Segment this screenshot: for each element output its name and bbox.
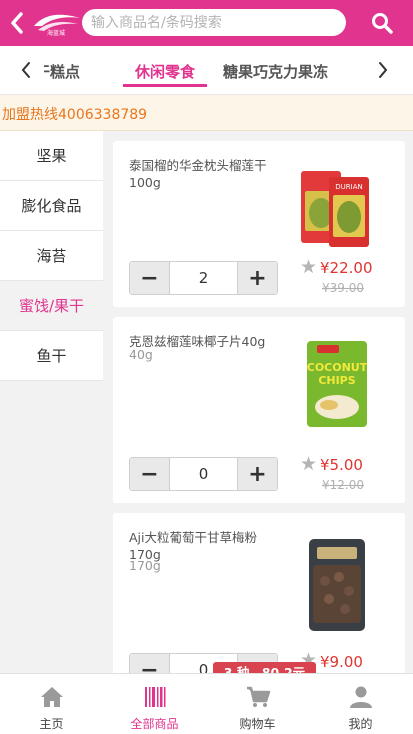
nav-label: 我的	[348, 717, 373, 731]
tab-snacks[interactable]: 休闲零食	[135, 61, 195, 82]
active-tab-indicator	[123, 84, 207, 87]
nav-label: 主页	[39, 717, 64, 731]
quantity-stepper: − 0 +	[129, 457, 278, 491]
sidebar-item-dried-fish[interactable]: 鱼干	[0, 331, 103, 381]
product-card[interactable]: 泰国榴的华金枕头榴莲干100g DURIAN − 2 + ★ ¥22.00 ¥3…	[113, 141, 405, 307]
product-card[interactable]: Aji大粒葡萄干甘草梅粉 170g 170g − 0 + ★ ¥9.00	[113, 513, 405, 673]
decrease-button[interactable]: −	[130, 262, 169, 294]
nav-label: 全部商品	[130, 717, 179, 731]
product-price: ¥22.00	[320, 259, 373, 277]
product-original-price: ¥39.00	[322, 281, 364, 295]
product-name: 泰国榴的华金枕头榴莲干100g	[129, 158, 267, 190]
search-button[interactable]	[366, 8, 398, 38]
search-icon	[372, 13, 393, 34]
product-image: COCONUT CHIPS	[307, 341, 368, 427]
tab-biscuits[interactable]: 饼干糕点	[44, 61, 80, 82]
hotline-text[interactable]: 加盟热线4006338789	[2, 104, 147, 124]
cart-icon	[246, 686, 270, 707]
back-button[interactable]	[4, 8, 30, 38]
sidebar-item-dried-fruit[interactable]: 蜜饯/果干	[0, 281, 103, 331]
hotline-banner: 加盟热线4006338789	[0, 95, 413, 131]
search-input[interactable]	[91, 9, 346, 36]
nav-all-products[interactable]: 全部商品	[103, 674, 206, 734]
subcategory-sidebar: 坚果 膨化食品 海苔 蜜饯/果干 鱼干	[0, 131, 103, 673]
product-image	[309, 539, 365, 631]
top-header: 海蓝城	[0, 0, 413, 46]
nav-profile[interactable]: 我的	[309, 674, 412, 734]
category-tabs: 饼干糕点 休闲零食 糖果巧克力果冻	[0, 46, 413, 95]
tabs-scroll-area: 饼干糕点 休闲零食 糖果巧克力果冻	[44, 46, 362, 94]
brand-logo-icon: 海蓝城	[34, 14, 80, 36]
search-field[interactable]	[82, 9, 346, 36]
product-card[interactable]: 克恩兹榴莲味椰子片40g 40g COCONUT CHIPS − 0 + ★ ¥…	[113, 317, 405, 503]
svg-text:CHIPS: CHIPS	[318, 374, 355, 387]
chevron-left-icon	[21, 62, 30, 78]
svg-text:COCONUT: COCONUT	[307, 361, 368, 374]
sidebar-item-seaweed[interactable]: 海苔	[0, 231, 103, 281]
tab-candy[interactable]: 糖果巧克力果冻	[223, 61, 328, 82]
back-arrow-icon	[11, 12, 23, 34]
quantity-value[interactable]: 0	[169, 458, 238, 490]
app-root: 海蓝城 饼干糕点 休闲零食 糖果巧克力果冻	[0, 0, 413, 734]
sidebar-item-puffed-food[interactable]: 膨化食品	[0, 181, 103, 231]
product-spec: 170g	[129, 558, 161, 573]
product-price: ¥5.00	[320, 456, 363, 474]
product-original-price: ¥12.00	[322, 478, 364, 492]
star-icon[interactable]: ★	[300, 453, 317, 475]
star-icon[interactable]: ★	[300, 256, 317, 278]
user-icon	[349, 686, 372, 708]
increase-button[interactable]: +	[238, 262, 277, 294]
decrease-button[interactable]: −	[130, 654, 169, 673]
bottom-navigation: 主页 全部商品 购物车 我的	[0, 673, 413, 734]
svg-text:DURIAN: DURIAN	[335, 183, 362, 191]
nav-cart[interactable]: 购物车	[206, 674, 309, 734]
decrease-button[interactable]: −	[130, 458, 169, 490]
home-icon	[40, 687, 63, 707]
sidebar-item-nuts[interactable]: 坚果	[0, 131, 103, 181]
quantity-stepper: − 2 +	[129, 261, 278, 295]
product-image: DURIAN	[301, 171, 369, 247]
tabs-next-button[interactable]	[371, 56, 395, 84]
chevron-right-icon	[379, 62, 388, 78]
nav-home[interactable]: 主页	[0, 674, 103, 734]
tabs-prev-button[interactable]	[14, 56, 38, 84]
product-spec: 40g	[129, 347, 153, 362]
svg-text:海蓝城: 海蓝城	[47, 29, 65, 36]
quantity-value[interactable]: 2	[169, 262, 238, 294]
product-price: ¥9.00	[320, 653, 363, 671]
increase-button[interactable]: +	[238, 458, 277, 490]
barcode-icon	[144, 687, 165, 707]
nav-label: 购物车	[239, 717, 276, 731]
product-list: 泰国榴的华金枕头榴莲干100g DURIAN − 2 + ★ ¥22.00 ¥3…	[103, 131, 413, 673]
